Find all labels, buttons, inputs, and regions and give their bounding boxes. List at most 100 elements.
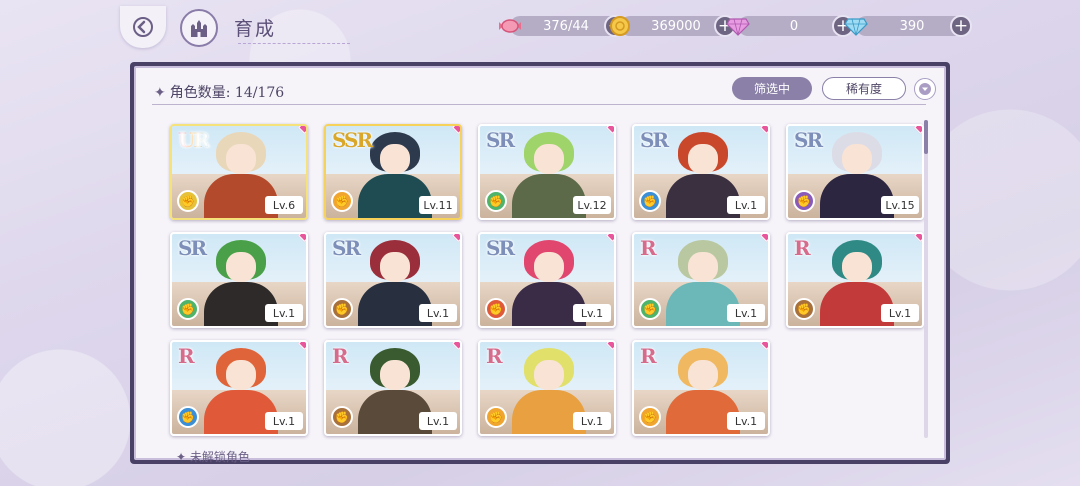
character-portrait-face <box>534 144 564 174</box>
add-blue-gem-button[interactable]: + <box>950 15 972 37</box>
rarity-badge: SR <box>332 236 361 260</box>
rarity-badge: SR <box>486 236 515 260</box>
dark-element-icon: ✊ <box>793 190 815 212</box>
sparkle-icon: ✦ <box>154 85 166 101</box>
title-decoration <box>238 32 350 44</box>
level-badge: Lv.15 <box>881 196 919 214</box>
level-badge: Lv.12 <box>573 196 611 214</box>
level-badge: Lv.1 <box>881 304 919 322</box>
character-portrait-face <box>688 144 718 174</box>
rarity-badge: R <box>794 236 811 260</box>
character-card[interactable]: SR ✊ Lv.12 <box>478 124 616 220</box>
character-portrait-face <box>226 360 256 390</box>
level-badge: Lv.1 <box>727 412 765 430</box>
earth-element-icon: ✊ <box>177 190 199 212</box>
character-card[interactable]: R ✊ Lv.1 <box>170 340 308 436</box>
level-badge: Lv.1 <box>265 412 303 430</box>
character-portrait-face <box>534 252 564 282</box>
character-card[interactable]: SR ✊ Lv.1 <box>478 232 616 328</box>
fire-element-icon: ✊ <box>485 298 507 320</box>
level-badge: Lv.6 <box>265 196 303 214</box>
earth-element-icon: ✊ <box>331 406 353 428</box>
wind-element-icon: ✊ <box>639 298 661 320</box>
character-portrait-face <box>688 252 718 282</box>
fire-element-icon: ✊ <box>485 406 507 428</box>
level-badge: Lv.11 <box>419 196 457 214</box>
divider <box>152 104 926 105</box>
character-card[interactable]: R ✊ Lv.1 <box>478 340 616 436</box>
character-count: ✦ 角色数量: 14/176 <box>154 82 284 102</box>
fire-element-icon: ✊ <box>639 406 661 428</box>
rarity-badge: R <box>640 344 657 368</box>
blue-diamond-icon <box>842 12 870 40</box>
character-card[interactable]: SR ✊ Lv.1 <box>632 124 770 220</box>
character-portrait-face <box>842 252 872 282</box>
back-arrow-icon <box>133 17 153 37</box>
character-grid: UR ✊ Lv.6 SSR ✊ Lv.11 SR ✊ Lv.12 SR ✊ Lv… <box>166 120 926 450</box>
wind-element-icon: ✊ <box>177 298 199 320</box>
chevron-down-icon <box>919 83 931 95</box>
gold-value: 369000 <box>651 18 701 34</box>
character-card[interactable]: R ✊ Lv.1 <box>324 340 462 436</box>
rarity-badge: SR <box>640 128 669 152</box>
rarity-sort-button[interactable]: 稀有度 <box>822 77 906 100</box>
level-badge: Lv.1 <box>419 304 457 322</box>
character-portrait-face <box>842 144 872 174</box>
character-card[interactable]: R ✊ Lv.1 <box>632 340 770 436</box>
locked-section-text: 未解锁角色 <box>189 450 250 464</box>
rarity-badge: R <box>332 344 349 368</box>
character-card[interactable]: R ✊ Lv.1 <box>786 232 924 328</box>
blue-gem-value: 390 <box>899 18 925 34</box>
candy-icon <box>496 12 524 40</box>
character-portrait-face <box>534 360 564 390</box>
level-badge: Lv.1 <box>727 196 765 214</box>
level-badge: Lv.1 <box>265 304 303 322</box>
stamina-value: 376/44 <box>543 18 589 34</box>
pink-gem-counter: 0 + <box>726 15 854 37</box>
level-badge: Lv.1 <box>419 412 457 430</box>
rarity-badge: SR <box>794 128 823 152</box>
locked-section-label: ✦ 未解锁角色 <box>176 448 250 465</box>
rarity-badge: SSR <box>332 128 373 152</box>
water-element-icon: ✊ <box>639 190 661 212</box>
fire-element-icon: ✊ <box>331 190 353 212</box>
blue-gem-counter: 390 + <box>844 15 972 37</box>
rarity-badge: R <box>486 344 503 368</box>
coin-icon <box>606 12 634 40</box>
character-card[interactable]: UR ✊ Lv.6 <box>170 124 308 220</box>
scrollbar-thumb[interactable] <box>924 120 928 154</box>
filter-button[interactable]: 筛选中 <box>732 77 812 100</box>
character-portrait-face <box>380 360 410 390</box>
character-count-label: 角色数量: <box>169 85 231 101</box>
rarity-badge: SR <box>486 128 515 152</box>
character-card[interactable]: SR ✊ Lv.1 <box>324 232 462 328</box>
character-portrait-face <box>380 144 410 174</box>
level-badge: Lv.1 <box>573 304 611 322</box>
wind-element-icon: ✊ <box>485 190 507 212</box>
scrollbar-track[interactable] <box>924 120 928 438</box>
rarity-badge: R <box>178 344 195 368</box>
castle-icon <box>191 20 207 37</box>
pink-diamond-icon <box>724 12 752 40</box>
character-portrait-face <box>226 144 256 174</box>
character-panel: ✦ 角色数量: 14/176 筛选中 稀有度 UR ✊ Lv.6 SSR ✊ Lv… <box>130 62 950 464</box>
pink-gem-value: 0 <box>789 18 799 34</box>
rarity-badge: UR <box>178 128 210 152</box>
character-card[interactable]: SSR ✊ Lv.11 <box>324 124 462 220</box>
back-button[interactable] <box>120 6 166 48</box>
home-button[interactable] <box>180 9 218 47</box>
character-panel-inner: ✦ 角色数量: 14/176 筛选中 稀有度 UR ✊ Lv.6 SSR ✊ Lv… <box>134 66 946 464</box>
sparkle-icon: ✦ <box>176 450 190 464</box>
character-portrait-face <box>380 252 410 282</box>
rarity-badge: SR <box>178 236 207 260</box>
character-count-value: 14/176 <box>234 85 285 101</box>
character-card[interactable]: R ✊ Lv.1 <box>632 232 770 328</box>
character-card[interactable]: SR ✊ Lv.15 <box>786 124 924 220</box>
character-card[interactable]: SR ✊ Lv.1 <box>170 232 308 328</box>
water-element-icon: ✊ <box>177 406 199 428</box>
earth-element-icon: ✊ <box>331 298 353 320</box>
gold-counter: 369000 + <box>610 15 736 37</box>
sort-order-button[interactable] <box>914 78 936 100</box>
rarity-badge: R <box>640 236 657 260</box>
character-portrait-face <box>226 252 256 282</box>
